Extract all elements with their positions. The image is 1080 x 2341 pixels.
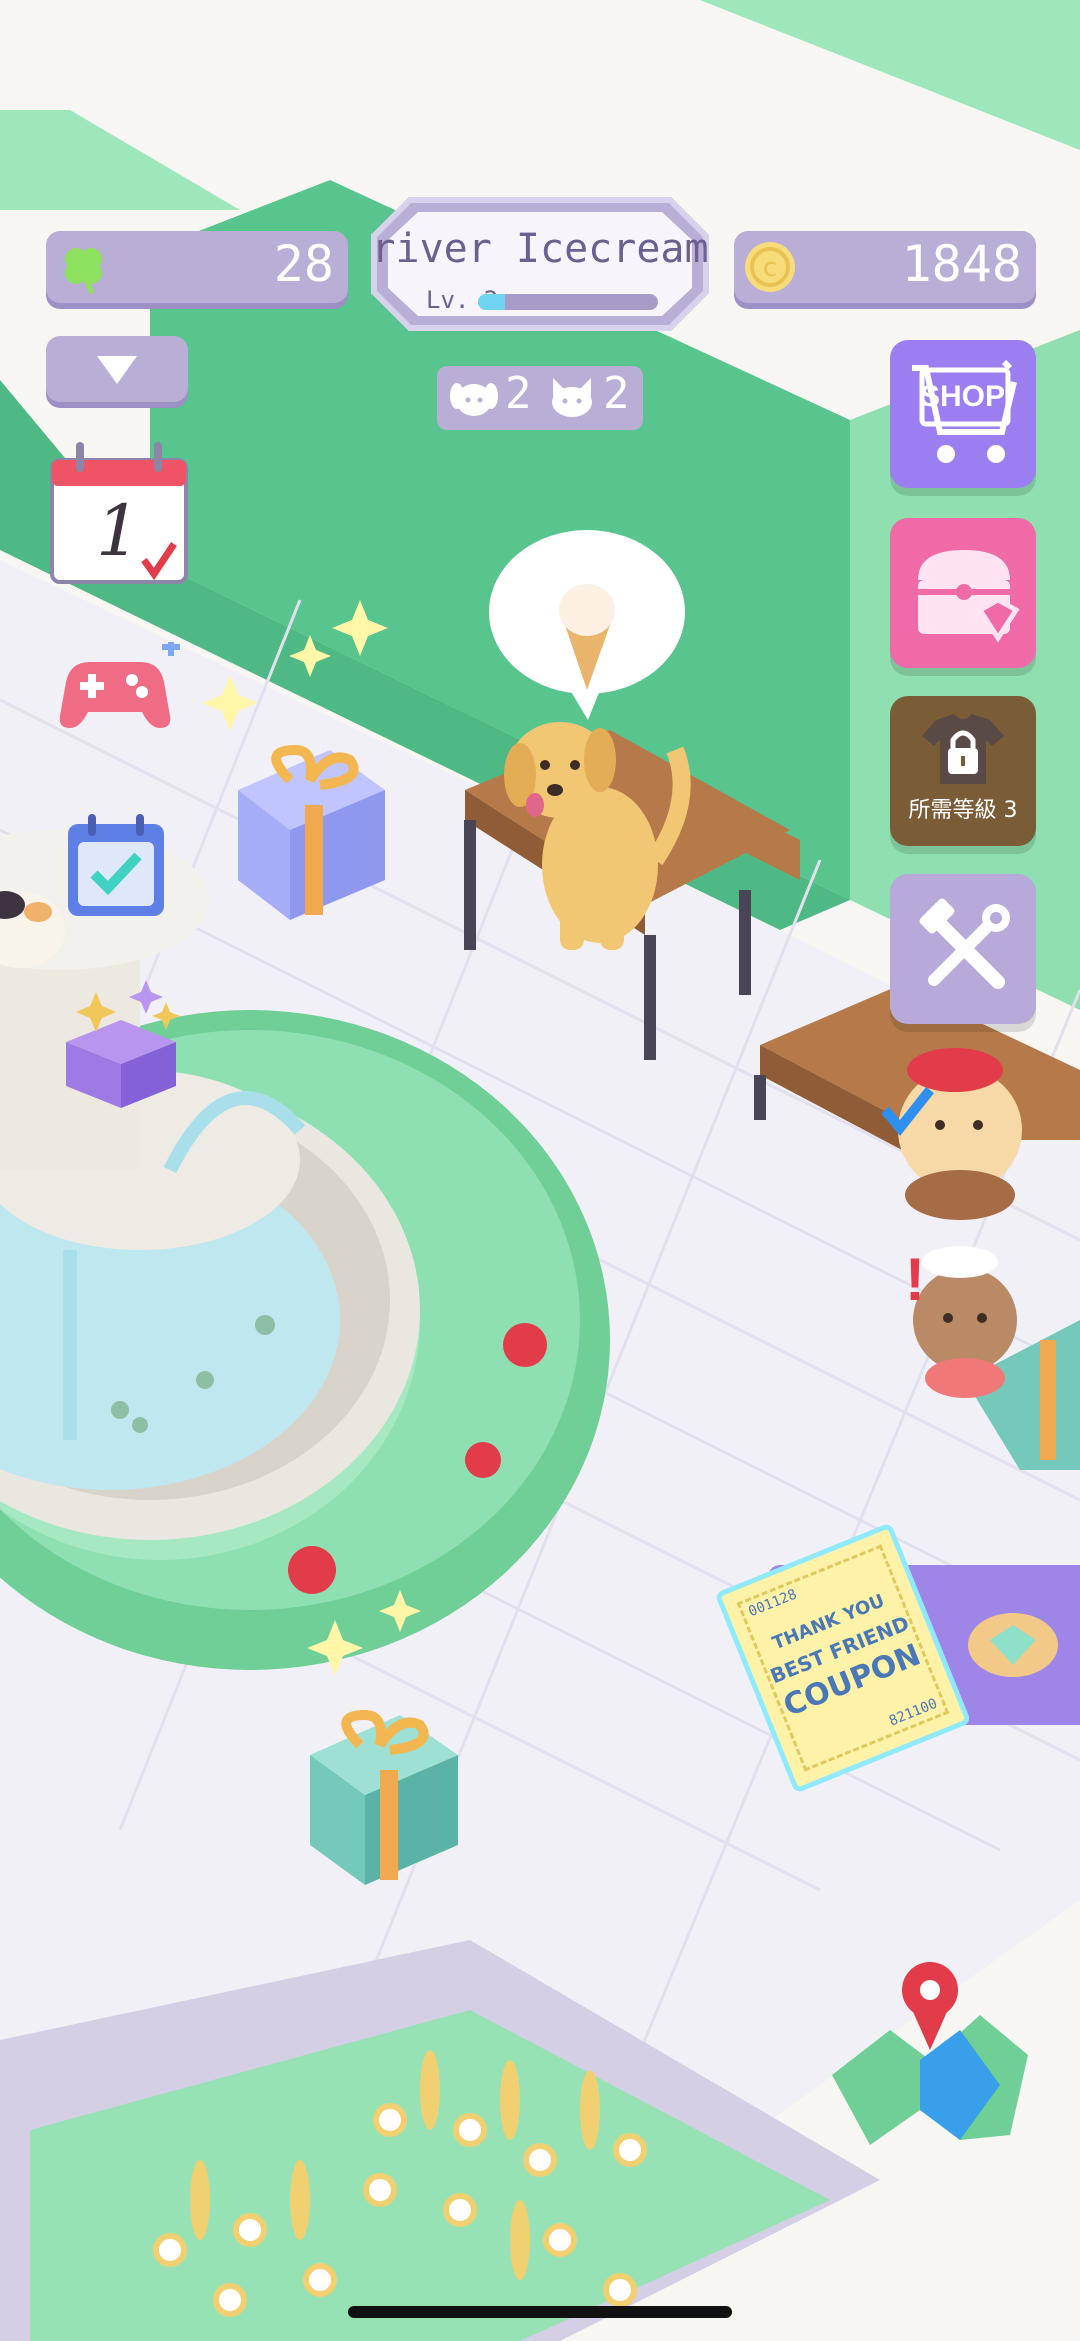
pet-count-panel: 2 2 xyxy=(437,366,643,430)
coin-icon: c xyxy=(745,242,795,292)
svg-text:!: ! xyxy=(905,1246,925,1313)
hammer-wrench-icon xyxy=(919,898,1010,989)
player-name: river Icecream xyxy=(371,226,709,272)
tools-button[interactable] xyxy=(890,874,1036,1024)
level-progress-bar xyxy=(478,294,658,310)
player-nameplate[interactable]: river Icecream Lv. 2 xyxy=(370,196,710,332)
clover-count: 28 xyxy=(273,235,334,293)
treasure-box-button[interactable] xyxy=(890,518,1036,668)
triangle-down-icon xyxy=(97,356,137,384)
daily-calendar-button[interactable]: 1 xyxy=(48,440,190,586)
shopping-cart-icon xyxy=(912,359,1017,463)
coin-count: 1848 xyxy=(901,235,1022,293)
level-progress-fill xyxy=(478,294,505,310)
checklist-icon[interactable] xyxy=(66,812,166,918)
cat-count: 2 xyxy=(603,368,630,419)
svg-text:c: c xyxy=(763,253,777,283)
treasure-chest-icon xyxy=(918,550,1020,643)
open-box-icon[interactable] xyxy=(56,972,186,1112)
clover-counter[interactable]: 28 xyxy=(46,231,348,303)
lock-shirt-icon xyxy=(922,714,1004,784)
clover-icon xyxy=(65,248,102,295)
dog-face-icon xyxy=(450,383,498,416)
map-icon xyxy=(820,1950,1040,2150)
gamepad-icon[interactable] xyxy=(50,642,186,732)
shop-button[interactable]: SHOP xyxy=(890,340,1036,488)
map-button[interactable] xyxy=(820,1950,1040,2150)
dog-count: 2 xyxy=(505,368,532,419)
locked-requirement-label: 所需等級 3 xyxy=(908,798,1018,823)
dropdown-button[interactable] xyxy=(46,336,188,402)
coin-counter[interactable]: c 1848 xyxy=(734,231,1036,303)
cat-face-icon xyxy=(552,378,592,417)
locked-feature-button[interactable]: 所需等級 3 xyxy=(890,696,1036,846)
calendar-day: 1 xyxy=(96,490,141,572)
